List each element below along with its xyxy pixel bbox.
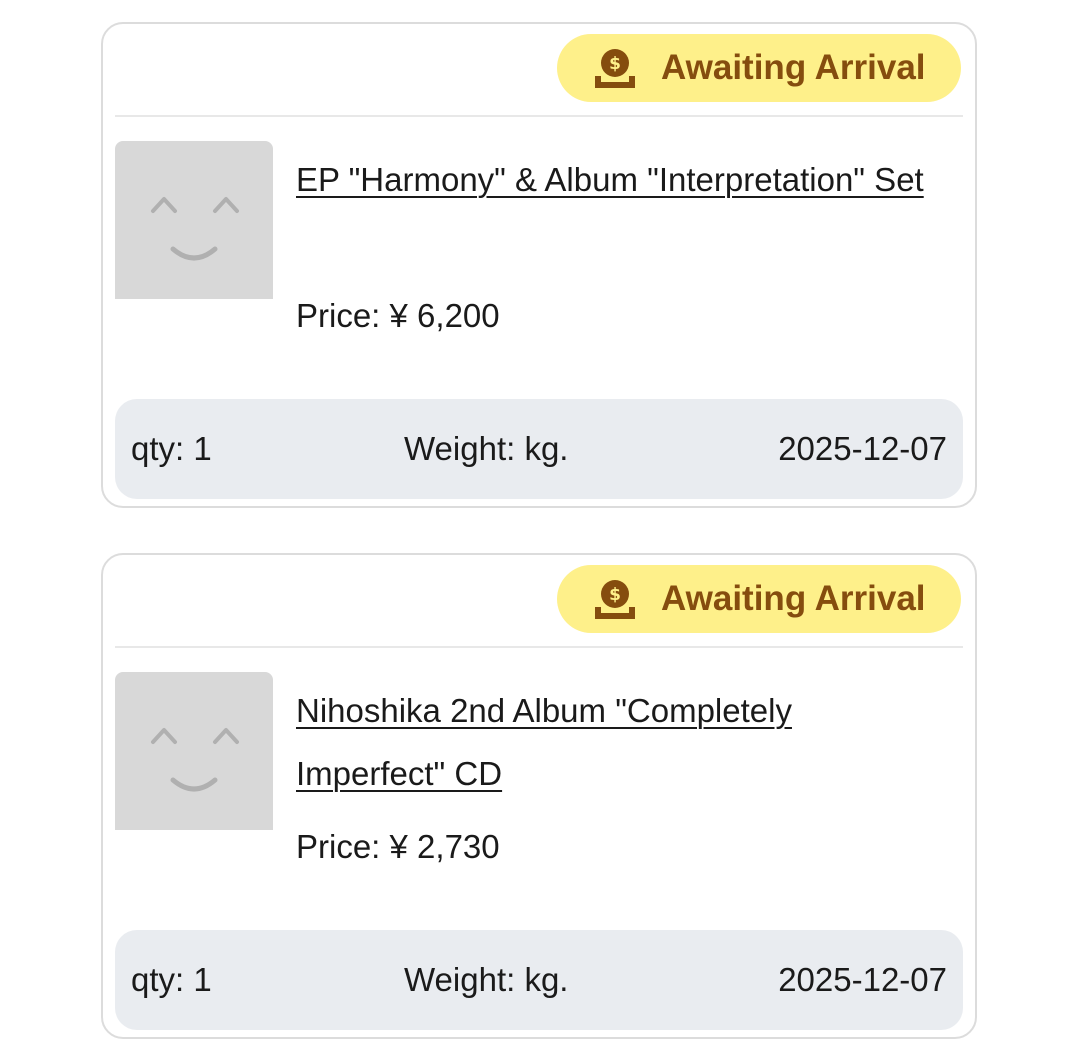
product-thumbnail[interactable] — [115, 672, 273, 830]
order-date: 2025-12-07 — [778, 430, 947, 467]
product-price: Price: ¥ 2,730 — [296, 828, 500, 865]
status-badge: $ Awaiting Arrival — [557, 34, 961, 102]
status-badge: $ Awaiting Arrival — [557, 565, 961, 633]
status-label: Awaiting Arrival — [661, 48, 926, 87]
svg-text:$: $ — [609, 585, 621, 605]
order-info-bar: qty: 1 Weight: kg. 2025-12-07 — [115, 399, 963, 499]
order-date: 2025-12-07 — [778, 961, 947, 998]
quantity: qty: 1 — [131, 430, 212, 467]
smiley-placeholder-icon — [151, 197, 239, 261]
product-thumbnail[interactable] — [115, 141, 273, 299]
order-card: $ Awaiting Arrival EP "Harmony" & Album … — [101, 22, 977, 508]
status-label: Awaiting Arrival — [661, 579, 926, 618]
card-header: $ Awaiting Arrival — [115, 24, 963, 117]
product-name-link[interactable]: EP "Harmony" & Album "Interpretation" Se… — [296, 148, 946, 211]
weight: Weight: kg. — [404, 430, 569, 467]
product-name-link[interactable]: Nihoshika 2nd Album "Completely Imperfec… — [296, 679, 946, 805]
coin-in-tray-icon: $ — [593, 577, 637, 621]
quantity: qty: 1 — [131, 961, 212, 998]
svg-text:$: $ — [609, 54, 621, 74]
card-header: $ Awaiting Arrival — [115, 555, 963, 648]
order-card: $ Awaiting Arrival Nihoshika 2nd Album "… — [101, 553, 977, 1039]
coin-in-tray-icon: $ — [593, 46, 637, 90]
order-info-bar: qty: 1 Weight: kg. 2025-12-07 — [115, 930, 963, 1030]
smiley-placeholder-icon — [151, 728, 239, 792]
product-price: Price: ¥ 6,200 — [296, 297, 500, 334]
weight: Weight: kg. — [404, 961, 569, 998]
